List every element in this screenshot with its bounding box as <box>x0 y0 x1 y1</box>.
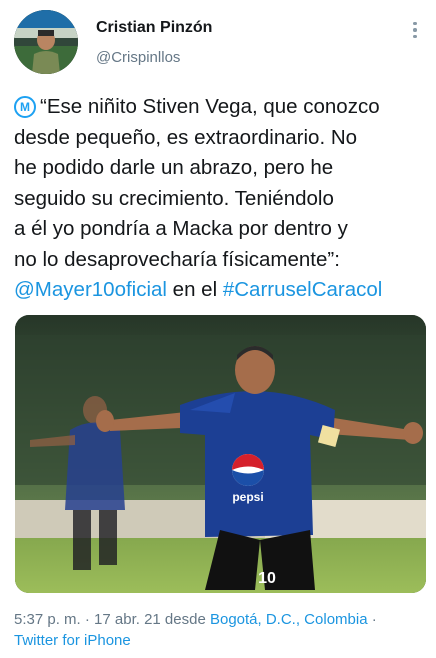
avatar-photo <box>14 10 78 74</box>
author-handle[interactable]: @Crispinllos <box>96 49 180 66</box>
hashtag-link[interactable]: #CarruselCaracol <box>223 278 383 301</box>
jersey-number-text: 10 <box>258 570 276 587</box>
client-link[interactable]: Twitter for iPhone <box>14 630 430 651</box>
tweet-line-5: a él yo pondría a Macka por dentro y <box>14 217 348 240</box>
millonarios-m-icon: M <box>14 96 36 118</box>
tweet-line-4: seguido su crecimiento. Teniéndolo <box>14 186 334 210</box>
tweet-line-7: @Mayer10oficial en el #CarruselCaracol <box>14 275 430 306</box>
timestamp[interactable]: 5:37 p. m. · 17 abr. 21 desde <box>14 611 210 628</box>
author-avatar[interactable] <box>14 10 78 74</box>
location-link[interactable]: Bogotá, D.C., Colombia <box>210 611 368 628</box>
tweet-media-photo[interactable]: pepsi 10 <box>15 315 426 593</box>
tweet-line-3: he podido darle un abrazo, pero he <box>14 156 334 179</box>
jersey-sponsor-text: pepsi <box>232 490 263 504</box>
photo-football-celebration: pepsi 10 <box>15 315 426 593</box>
tweet-line-6: no lo desaprovecharía físicamente”: <box>14 247 340 271</box>
more-vertical-icon[interactable] <box>405 16 425 44</box>
mention-link[interactable]: @Mayer10oficial <box>14 278 167 301</box>
tweet-metadata: 5:37 p. m. · 17 abr. 21 desde Bogotá, D.… <box>14 609 430 651</box>
meta-row-1: 5:37 p. m. · 17 abr. 21 desde Bogotá, D.… <box>14 611 377 628</box>
tweet-line-2: desde pequeño, es extraordinario. No <box>14 125 358 149</box>
author-name[interactable]: Cristian Pinzón <box>96 19 212 37</box>
tweet-line-1: M “Ese niñito Stiven Vega, que conozco <box>14 92 430 123</box>
tweet-text: M “Ese niñito Stiven Vega, que conozco de… <box>14 92 430 306</box>
connector-text: en el <box>166 278 223 301</box>
